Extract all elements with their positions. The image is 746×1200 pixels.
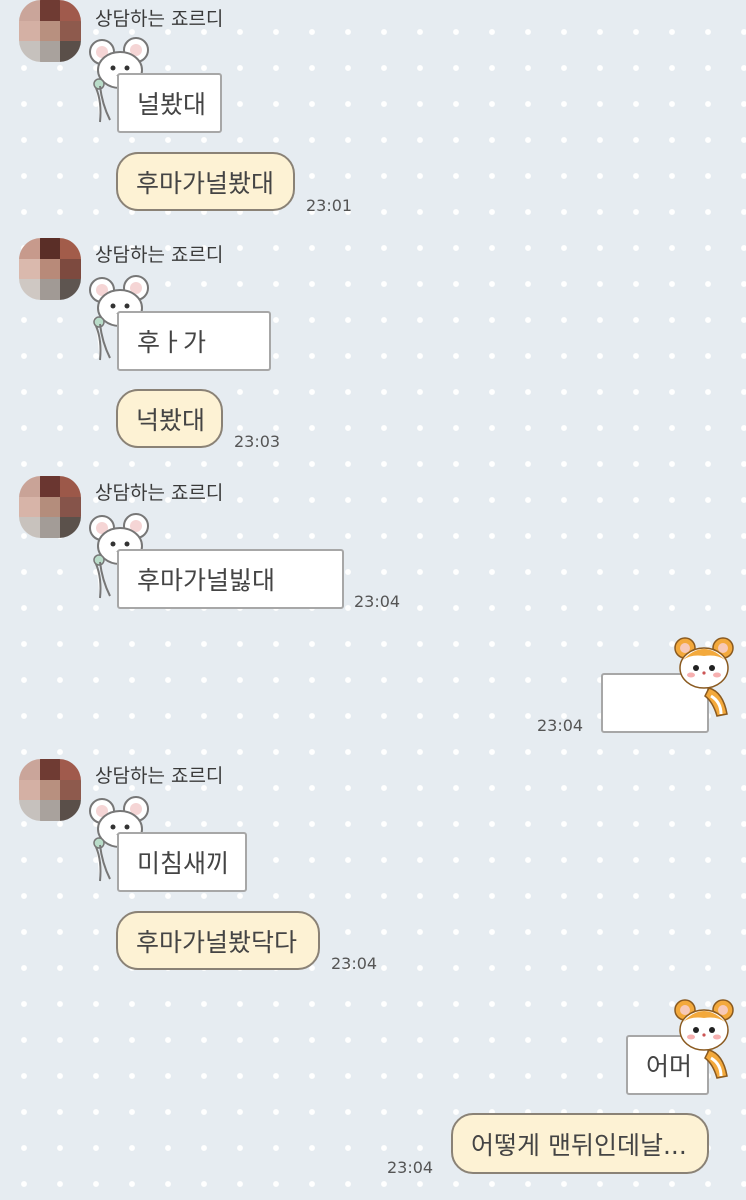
- message-text: 널봤대: [137, 90, 207, 119]
- message-bubble[interactable]: 어떻게 맨뒤인데날...: [451, 1113, 709, 1174]
- message-text: 후마가널봤닥다: [136, 927, 298, 957]
- sticker-note-message[interactable]: 후ㅏ가: [117, 311, 271, 371]
- orange-hamster-sticker-icon: [671, 996, 737, 1080]
- message-timestamp: 23:04: [537, 716, 584, 735]
- message-text: 어떻게 맨뒤인데날...: [471, 1130, 687, 1160]
- sender-avatar[interactable]: [19, 0, 81, 62]
- message-timestamp: 23:03: [234, 432, 281, 451]
- sender-avatar[interactable]: [19, 759, 81, 821]
- sender-name: 상담하는 죠르디: [95, 244, 224, 266]
- sticker-note-message[interactable]: 널봤대: [117, 73, 222, 133]
- message-timestamp: 23:04: [387, 1158, 434, 1177]
- message-bubble[interactable]: 넉봤대: [116, 389, 223, 448]
- sender-avatar[interactable]: [19, 476, 81, 538]
- sender-name: 상담하는 죠르디: [95, 8, 224, 30]
- sender-name: 상담하는 죠르디: [95, 482, 224, 504]
- message-text: 미침새끼: [137, 849, 230, 878]
- message-text: 후ㅏ가: [137, 328, 207, 357]
- sender-avatar[interactable]: [19, 238, 81, 300]
- message-timestamp: 23:04: [354, 592, 401, 611]
- message-timestamp: 23:01: [306, 196, 353, 215]
- message-text: 후마가널빓대: [137, 566, 276, 595]
- message-bubble[interactable]: 후마가널봤대: [116, 152, 295, 211]
- message-text: 넉봤대: [136, 405, 206, 435]
- message-text: 후마가널봤대: [136, 168, 275, 198]
- sticker-note-message[interactable]: 후마가널빓대: [117, 549, 344, 609]
- message-bubble[interactable]: 후마가널봤닥다: [116, 911, 320, 970]
- orange-hamster-sticker-icon: [671, 634, 737, 718]
- sticker-note-message[interactable]: 미침새끼: [117, 832, 247, 892]
- sender-name: 상담하는 죠르디: [95, 765, 224, 787]
- message-timestamp: 23:04: [331, 954, 378, 973]
